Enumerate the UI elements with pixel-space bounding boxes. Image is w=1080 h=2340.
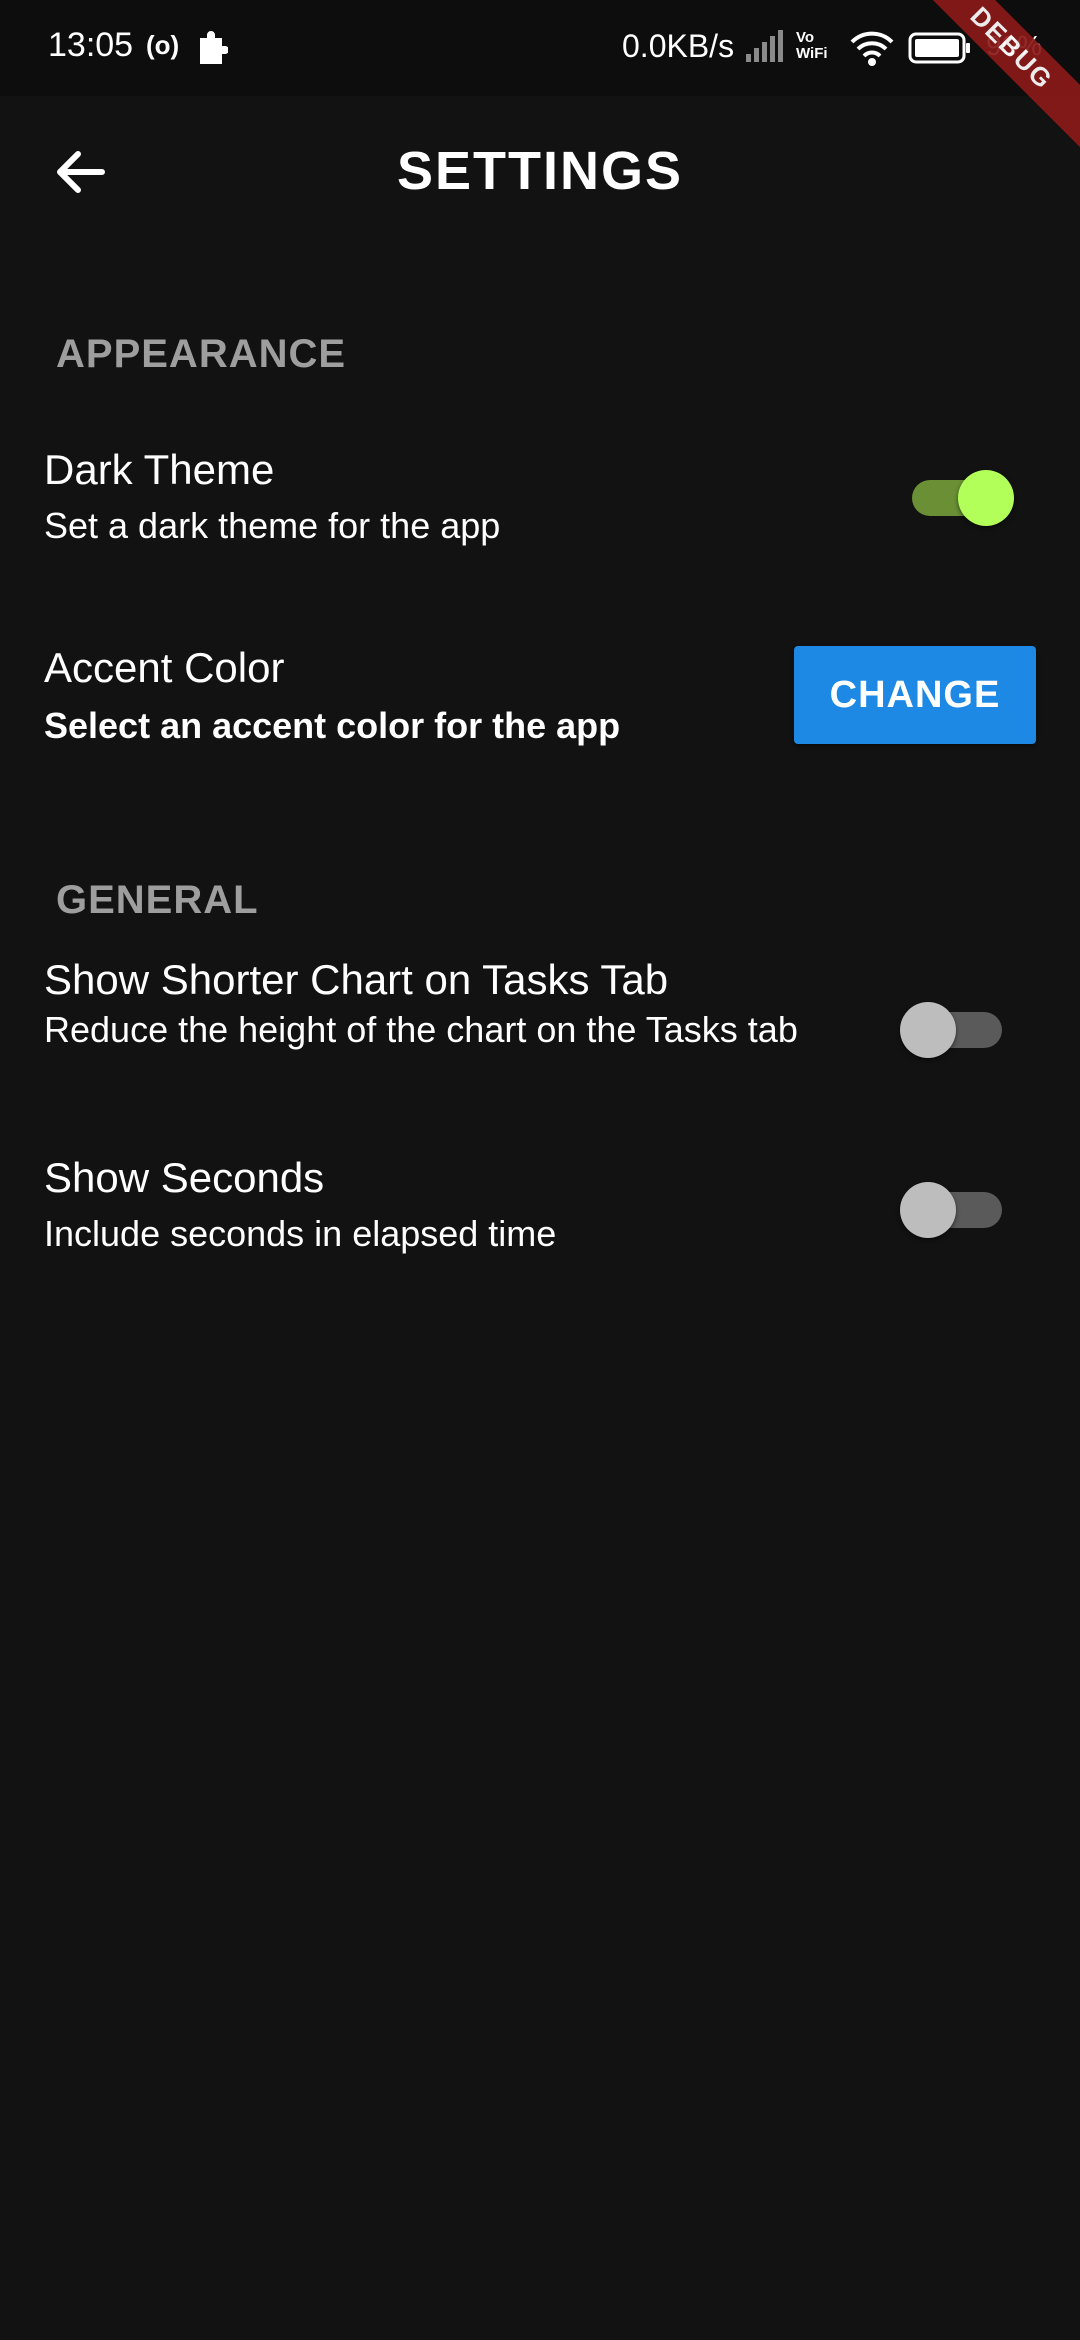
accent-color-title: Accent Color (44, 644, 285, 691)
net-speed: 0.0KB/s (622, 28, 735, 64)
dark-theme-toggle[interactable] (906, 462, 1016, 526)
vowifi-icon: Vo WiFi (796, 30, 828, 62)
shorter-chart-subtitle: Reduce the height of the chart on the Ta… (44, 1009, 798, 1050)
toggle-thumb (900, 1002, 956, 1058)
toggle-thumb (900, 1182, 956, 1238)
dark-theme-title: Dark Theme (44, 446, 275, 493)
settings-screen: 13:05 (o) 0.0KB/s Vo WiFi DEBUG SETTINGS… (0, 0, 1080, 2340)
vowifi-line1: Vo (796, 29, 815, 46)
shorter-chart-toggle[interactable] (900, 994, 1010, 1058)
section-header-appearance: APPEARANCE (56, 332, 347, 376)
show-seconds-subtitle: Include seconds in elapsed time (44, 1213, 557, 1254)
dark-theme-subtitle: Set a dark theme for the app (44, 505, 501, 546)
show-seconds-title: Show Seconds (44, 1154, 325, 1201)
page-title: SETTINGS (396, 141, 684, 201)
section-header-general: GENERAL (56, 878, 259, 922)
show-seconds-toggle[interactable] (900, 1174, 1010, 1238)
accent-color-subtitle: Select an accent color for the app (44, 705, 621, 746)
radio-icon: (o) (146, 30, 180, 60)
toggle-thumb (958, 470, 1014, 526)
puzzle-icon (196, 30, 229, 66)
change-accent-color-button[interactable]: CHANGE (794, 646, 1036, 744)
vowifi-line2: WiFi (796, 45, 828, 62)
wifi-icon (848, 28, 896, 68)
status-time: 13:05 (48, 26, 134, 64)
shorter-chart-title: Show Shorter Chart on Tasks Tab (44, 956, 669, 1003)
signal-icon (744, 30, 784, 64)
battery-icon (908, 32, 972, 64)
status-bar: 13:05 (o) 0.0KB/s Vo WiFi (0, 0, 1080, 96)
app-bar: SETTINGS (0, 96, 1080, 252)
